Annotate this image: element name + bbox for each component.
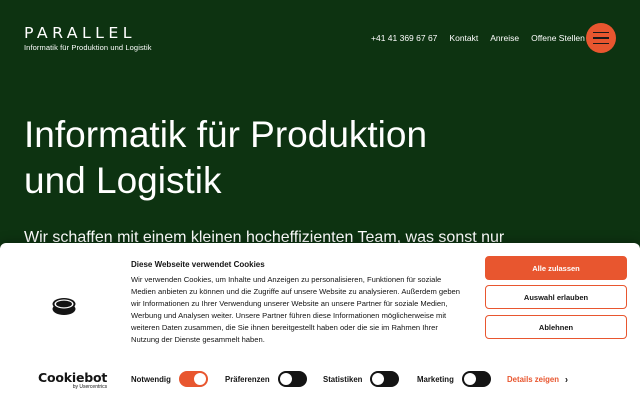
- switch-knob: [279, 373, 292, 385]
- toggle-statistiken: Statistiken: [323, 371, 400, 387]
- nav-kontakt-link[interactable]: Kontakt: [449, 33, 478, 43]
- cookie-description: Wir verwenden Cookies, um Inhalte und An…: [131, 275, 460, 345]
- hamburger-icon-line: [593, 42, 609, 45]
- nav-offene-stellen-link[interactable]: Offene Stellen: [531, 33, 585, 43]
- nav-phone-link[interactable]: +41 41 369 67 67: [371, 33, 437, 43]
- toggle-marketing: Marketing: [417, 371, 491, 387]
- cookiebot-logo[interactable]: Cookiebot by Usercentrics: [38, 371, 107, 390]
- top-nav: +41 41 369 67 67 Kontakt Anreise Offene …: [371, 33, 585, 43]
- hamburger-icon-line: [593, 31, 609, 34]
- switch-knob: [193, 373, 206, 385]
- allow-selection-button[interactable]: Auswahl erlauben: [485, 285, 627, 309]
- hamburger-icon-line: [593, 37, 609, 39]
- toggle-praeferenzen: Präferenzen: [225, 371, 307, 387]
- toggle-notwendig: Notwendig: [131, 371, 208, 387]
- cookie-shield-icon: [52, 298, 76, 315]
- site-logo[interactable]: PARALLEL Informatik für Produktion und L…: [24, 26, 152, 53]
- switch-knob: [372, 373, 385, 385]
- decline-button[interactable]: Ablehnen: [485, 315, 627, 339]
- switch-knob: [463, 373, 476, 385]
- nav-anreise-link[interactable]: Anreise: [490, 33, 519, 43]
- logo-tagline: Informatik für Produktion und Logistik: [24, 43, 152, 52]
- cookiebot-wordmark: Cookiebot: [38, 370, 108, 385]
- toggle-label: Notwendig: [131, 374, 171, 384]
- cookie-title: Diese Webseite verwendet Cookies: [131, 260, 265, 269]
- statistiken-switch[interactable]: [370, 371, 400, 387]
- headline-line-1: Informatik für Produktion: [24, 114, 428, 155]
- chevron-right-icon: ›: [565, 373, 568, 385]
- toggle-label: Statistiken: [323, 374, 363, 384]
- headline-line-2: und Logistik: [24, 160, 222, 201]
- toggle-label: Präferenzen: [225, 374, 270, 384]
- logo-wordmark: PARALLEL: [24, 24, 136, 42]
- notwendig-switch[interactable]: [178, 371, 208, 387]
- details-link[interactable]: Details zeigen ›: [507, 373, 568, 385]
- toggle-label: Marketing: [417, 374, 454, 384]
- cookie-banner: Cookiebot by Usercentrics Diese Webseite…: [0, 243, 640, 400]
- details-label: Details zeigen: [507, 374, 559, 384]
- marketing-switch[interactable]: [461, 371, 491, 387]
- praeferenzen-switch[interactable]: [277, 371, 307, 387]
- hero-headline: Informatik für Produktion und Logistik: [24, 112, 544, 204]
- menu-button[interactable]: [586, 23, 616, 53]
- allow-all-button[interactable]: Alle zulassen: [485, 256, 627, 280]
